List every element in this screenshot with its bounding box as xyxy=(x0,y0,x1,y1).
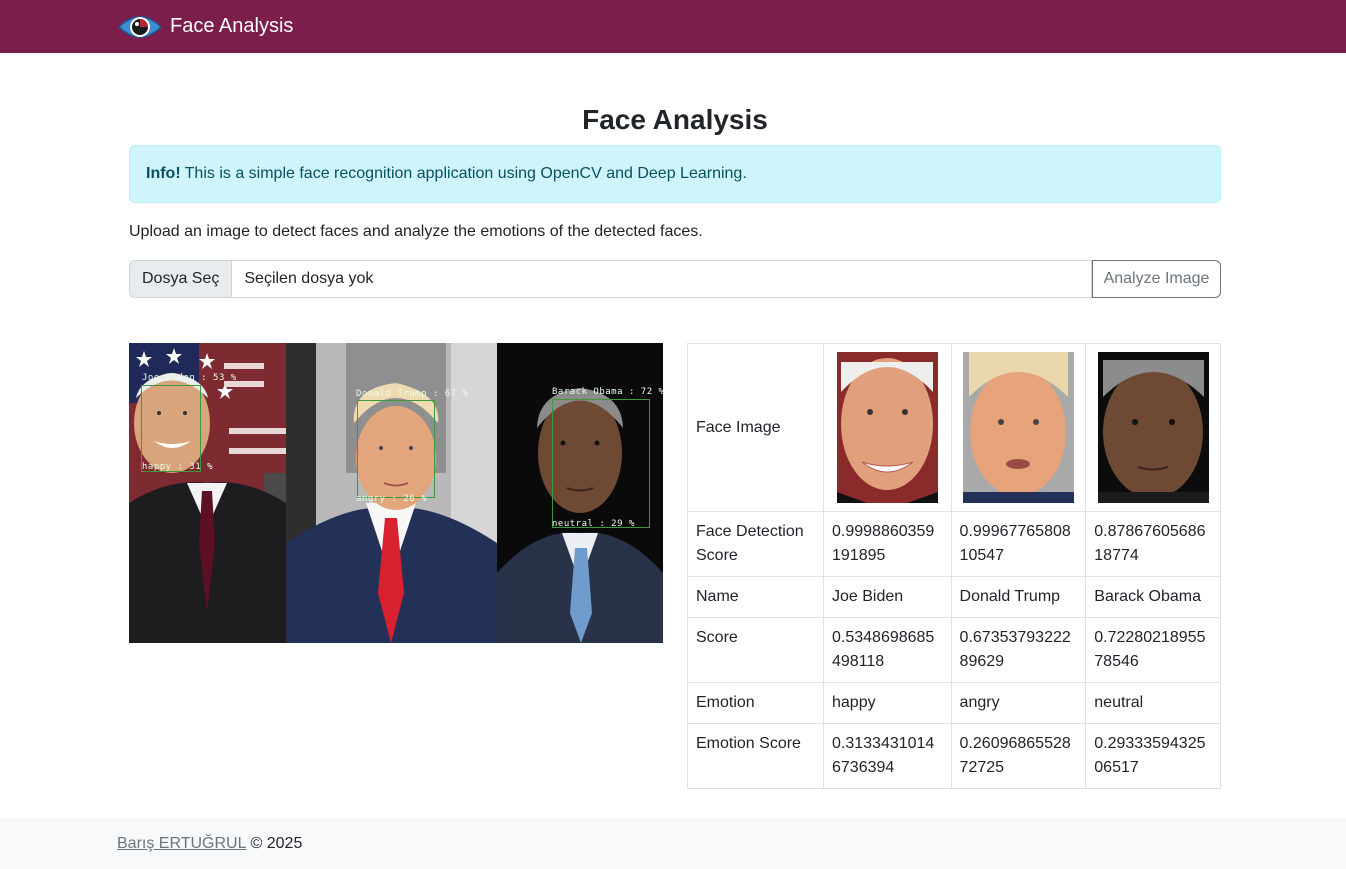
author-link[interactable]: Barış ERTUĞRUL xyxy=(117,835,247,853)
brand-link[interactable]: Face Analysis xyxy=(117,11,293,43)
page-title: Face Analysis xyxy=(582,104,768,135)
row-label: Emotion Score xyxy=(687,723,824,789)
trump-emotion-overlay: angry : 26 % xyxy=(356,494,428,504)
choose-file-button[interactable]: Dosya Seç xyxy=(129,260,232,298)
table-cell: Joe Biden xyxy=(823,576,952,618)
footer: Barış ERTUĞRUL © 2025 xyxy=(0,818,1346,869)
table-cell: 0.8786760568618774 xyxy=(1085,511,1221,577)
table-cell: 0.9998860359191895 xyxy=(823,511,952,577)
face-cell xyxy=(950,343,1087,512)
row-label: Face Detection Score xyxy=(687,511,824,577)
table-cell: Barack Obama xyxy=(1085,576,1221,618)
biden-name-overlay: Joe Biden : 53 % xyxy=(142,373,237,383)
upload-instructions: Upload an image to detect faces and anal… xyxy=(129,223,703,240)
alert-strong: Info! xyxy=(146,165,181,182)
face-image-row: Face Image xyxy=(687,343,1221,512)
table-cell: neutral xyxy=(1085,682,1221,724)
table-cell: 0.7228021895578546 xyxy=(1085,617,1221,683)
biden-face-box xyxy=(141,385,201,472)
obama-emotion-overlay: neutral : 29 % xyxy=(552,519,635,529)
brand-text: Face Analysis xyxy=(170,15,294,37)
biden-face-crop xyxy=(836,352,938,503)
face-cell xyxy=(1085,343,1221,512)
name-row: Name Joe Biden Donald Trump Barack Obama xyxy=(687,576,1221,618)
row-label: Face Image xyxy=(687,343,824,512)
obama-face-box xyxy=(552,399,650,528)
score-row: Score 0.5348698685498118 0.6735379322289… xyxy=(687,617,1221,683)
detection-score-row: Face Detection Score 0.9998860359191895 … xyxy=(687,511,1221,577)
emotion-score-row: Emotion Score 0.31334310146736394 0.2609… xyxy=(687,723,1221,789)
obama-name-overlay: Barack Obama : 72 % xyxy=(552,387,663,397)
trump-name-overlay: Donald Trump : 67 % xyxy=(356,389,469,399)
table-cell: 0.6735379322289629 xyxy=(950,617,1087,683)
trump-face-box xyxy=(357,400,435,498)
file-name-field[interactable]: Seçilen dosya yok xyxy=(231,260,1092,298)
table-cell: 0.9996776580810547 xyxy=(950,511,1087,577)
info-alert: Info! This is a simple face recognition … xyxy=(129,145,1221,203)
trump-face-crop xyxy=(962,352,1074,503)
copyright-text: © 2025 xyxy=(250,834,303,852)
row-label: Emotion xyxy=(687,682,824,724)
obama-face-crop xyxy=(1097,352,1209,503)
table-cell: 0.2609686552872725 xyxy=(950,723,1087,789)
emotion-row: Emotion happy angry neutral xyxy=(687,682,1221,724)
analyze-image-button[interactable]: Analyze Image xyxy=(1092,260,1221,298)
table-cell: 0.5348698685498118 xyxy=(823,617,952,683)
alert-text: This is a simple face recognition applic… xyxy=(184,165,747,182)
table-cell: Donald Trump xyxy=(950,576,1087,618)
row-label: Score xyxy=(687,617,824,683)
results-table: Face Image Face Detection Score 0.999886… xyxy=(687,343,1221,789)
table-cell: 0.2933359432506517 xyxy=(1085,723,1221,789)
annotated-image: Joe Biden : 53 % happy : 31 % Donald Tru… xyxy=(129,343,663,643)
navbar: Face Analysis xyxy=(0,0,1346,53)
row-label: Name xyxy=(687,576,824,618)
table-cell: happy xyxy=(823,682,952,724)
upload-form: Dosya Seç Seçilen dosya yok Analyze Imag… xyxy=(129,260,1221,298)
biden-emotion-overlay: happy : 31 % xyxy=(142,462,214,472)
table-cell: angry xyxy=(950,682,1087,724)
table-cell: 0.31334310146736394 xyxy=(823,723,952,789)
main-container: Face Analysis Info! This is a simple fac… xyxy=(129,103,1221,298)
face-cell xyxy=(823,343,952,512)
eye-icon xyxy=(117,15,163,38)
